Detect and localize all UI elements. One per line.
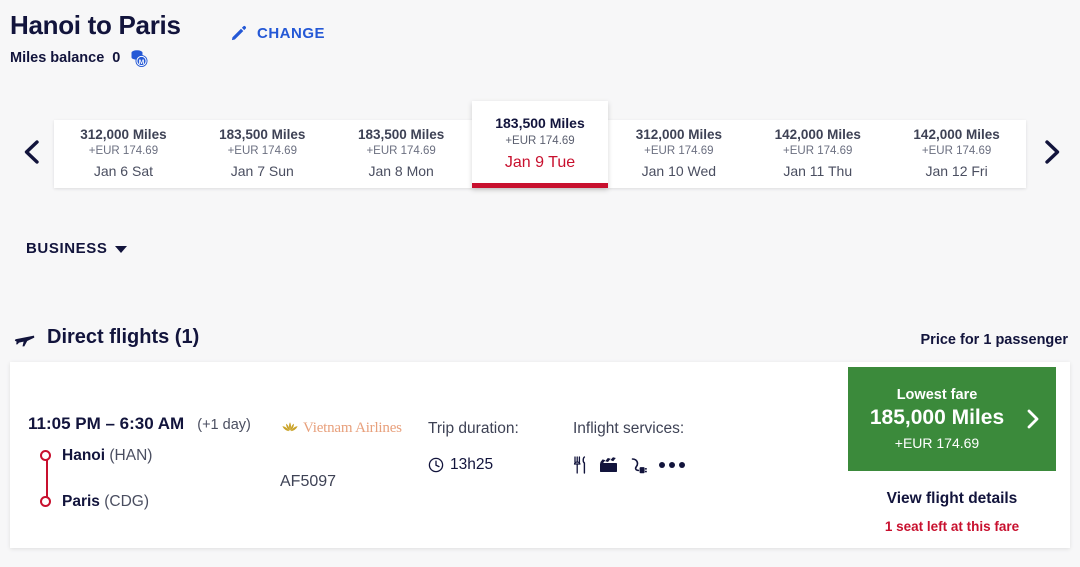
seats-left-badge: 1 seat left at this fare — [884, 519, 1020, 534]
date-cell-2[interactable]: 183,500 Miles +EUR 174.69 Jan 8 Mon — [332, 120, 471, 188]
flight-times: 11:05 PM – 6:30 AM — [28, 414, 185, 433]
selected-date-label: Jan 9 Tue — [504, 154, 576, 171]
date-label: Jan 6 Sat — [93, 163, 153, 179]
date-miles: 142,000 Miles — [774, 127, 861, 142]
destination-code: (CDG) — [104, 493, 150, 510]
date-cash: +EUR 174.69 — [644, 145, 714, 157]
power-plug-icon — [630, 457, 647, 474]
fare-amount: 185,000 Miles — [869, 405, 1005, 429]
page-title: Hanoi to Paris — [10, 10, 181, 40]
clock-icon — [428, 457, 444, 473]
cabin-class-dropdown[interactable]: BUSINESS — [26, 240, 127, 257]
flight-day-offset: (+1 day) — [197, 417, 251, 433]
selected-date-cash: +EUR 174.69 — [505, 135, 575, 147]
view-flight-details-link[interactable]: View flight details — [848, 490, 1056, 508]
section-title: Direct flights (1) — [47, 326, 200, 348]
carousel-next-button[interactable] — [1032, 132, 1072, 172]
fare-text: Lowest fare 185,000 Miles +EUR 174.69 — [848, 367, 1026, 471]
date-cash: +EUR 174.69 — [88, 145, 159, 157]
cutlery-icon — [573, 456, 587, 474]
date-cash: +EUR 174.69 — [783, 145, 853, 157]
chevron-right-icon — [1040, 138, 1064, 166]
trip-duration-value-row: 13h25 — [428, 456, 519, 474]
lotus-icon — [280, 421, 300, 436]
date-cash: +EUR 174.69 — [227, 145, 297, 157]
chevron-right-icon — [1024, 407, 1042, 431]
inflight-services-block: Inflight services: — [573, 420, 685, 474]
trip-duration-value: 13h25 — [450, 456, 494, 473]
origin-city: Hanoi — [62, 447, 106, 464]
route-origin-label: Hanoi (HAN) — [62, 447, 152, 465]
page-header: Hanoi to Paris CHANGE Miles balance 0 M — [0, 0, 1080, 92]
route-destination-dot — [40, 496, 51, 507]
dot — [679, 462, 685, 468]
route-block: Hanoi (HAN) Paris (CDG) — [38, 444, 298, 514]
date-cash: +EUR 174.69 — [366, 145, 436, 157]
date-miles: 142,000 Miles — [913, 127, 1000, 142]
date-label: Jan 8 Mon — [368, 163, 434, 179]
dot — [659, 462, 665, 468]
flight-times-row: 11:05 PM – 6:30 AM (+1 day) — [28, 414, 251, 434]
inflight-services-icons — [573, 456, 685, 474]
airline-logo: Vietnam Airlines — [280, 420, 430, 437]
airline-name: Vietnam Airlines — [303, 420, 402, 436]
route-origin-dot — [40, 450, 51, 461]
flight-number: AF5097 — [280, 473, 337, 490]
date-label: Jan 11 Thu — [783, 163, 853, 179]
date-cell-6[interactable]: 142,000 Miles +EUR 174.69 Jan 12 Fri — [887, 120, 1026, 188]
miles-balance-value: 0 — [112, 50, 121, 66]
route-destination-label: Paris (CDG) — [62, 493, 149, 511]
airline-block: Vietnam Airlines AF5097 — [280, 420, 430, 491]
origin-code: (HAN) — [109, 447, 153, 464]
trip-duration-label: Trip duration: — [428, 420, 519, 437]
destination-city: Paris — [62, 493, 100, 510]
date-cell-4[interactable]: 312,000 Miles +EUR 174.69 Jan 10 Wed — [609, 120, 748, 188]
change-route-link[interactable]: CHANGE — [230, 24, 325, 42]
date-miles: 183,500 Miles — [357, 127, 445, 142]
date-label: Jan 12 Fri — [925, 163, 988, 179]
date-miles: 183,500 Miles — [219, 127, 306, 142]
carousel-prev-button[interactable] — [12, 132, 52, 172]
plane-icon — [14, 328, 36, 348]
price-per-passenger-note: Price for 1 passenger — [920, 332, 1069, 348]
date-cash: +EUR 174.69 — [921, 145, 992, 157]
date-label: Jan 10 Wed — [641, 163, 717, 179]
date-cell-5[interactable]: 142,000 Miles +EUR 174.69 Jan 11 Thu — [748, 120, 887, 188]
flight-result-card[interactable]: 11:05 PM – 6:30 AM (+1 day) Hanoi (HAN) … — [10, 362, 1070, 548]
chevron-down-icon — [114, 246, 127, 253]
chevron-left-icon — [20, 138, 44, 166]
direct-flights-header: Direct flights (1) — [14, 326, 199, 349]
inflight-services-label: Inflight services: — [573, 420, 685, 437]
miles-balance-label: Miles balance — [10, 50, 105, 66]
date-cell-1[interactable]: 183,500 Miles +EUR 174.69 Jan 7 Sun — [193, 120, 332, 188]
fare-label: Lowest fare — [896, 386, 978, 403]
fare-cash: +EUR 174.69 — [894, 434, 980, 451]
dot — [669, 462, 675, 468]
trip-duration-block: Trip duration: 13h25 — [428, 420, 519, 474]
selected-date-miles: 183,500 Miles — [495, 115, 585, 131]
date-miles: 312,000 Miles — [80, 127, 167, 142]
more-dots-icon[interactable] — [659, 462, 685, 468]
date-cell-0[interactable]: 312,000 Miles +EUR 174.69 Jan 6 Sat — [54, 120, 193, 188]
coins-icon: M — [128, 48, 150, 68]
date-label: Jan 7 Sun — [230, 163, 294, 179]
pencil-icon — [230, 24, 248, 42]
cabin-class-label: BUSINESS — [26, 240, 108, 257]
movie-icon — [599, 457, 618, 473]
date-miles: 312,000 Miles — [635, 127, 723, 142]
lowest-fare-button[interactable]: Lowest fare 185,000 Miles +EUR 174.69 — [848, 367, 1056, 471]
date-cell-selected[interactable]: 183,500 Miles +EUR 174.69 Jan 9 Tue — [472, 101, 608, 188]
selected-date-underline — [472, 183, 608, 188]
change-label: CHANGE — [257, 24, 326, 42]
svg-text:M: M — [139, 59, 145, 66]
miles-balance: Miles balance 0 M — [10, 48, 150, 68]
